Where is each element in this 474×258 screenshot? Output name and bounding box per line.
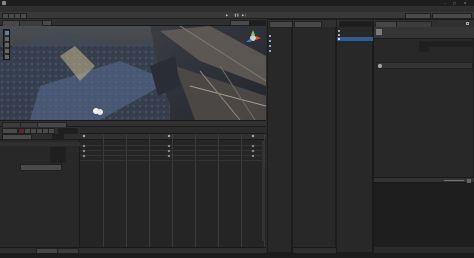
hierarchy-item[interactable] (268, 44, 293, 48)
property-row[interactable] (0, 152, 80, 158)
lock-icon[interactable] (466, 22, 469, 25)
preview-area[interactable] (374, 183, 474, 247)
scene-viewport[interactable] (0, 26, 266, 120)
move-tool-icon[interactable] (5, 37, 9, 41)
view-tool-icon[interactable] (5, 31, 9, 35)
gameobject-icon (269, 50, 271, 52)
camera-gizmo-icon[interactable] (92, 106, 104, 116)
hierarchy-item[interactable] (268, 34, 293, 38)
inspector-tab-bar (374, 20, 474, 28)
project-search-field[interactable] (339, 21, 374, 27)
project-file-list (336, 19, 374, 253)
main-toolbar: ▶ ❚❚ ▶❘ (0, 12, 474, 19)
gameobject-icon (269, 35, 271, 37)
property-row[interactable] (0, 142, 80, 146)
keyframe-icon[interactable] (167, 154, 171, 158)
info-icon (378, 64, 382, 68)
inspector-field[interactable] (374, 41, 474, 47)
timeline-vertical-scrollbar[interactable] (262, 141, 265, 241)
file-icon (338, 34, 340, 36)
inspector-note-box (376, 62, 473, 69)
project-search-bar (337, 20, 374, 27)
property-track-line (80, 150, 266, 151)
timeline-keyframe-strip (80, 134, 266, 140)
scale-tool-icon[interactable] (5, 49, 9, 53)
animation-properties (0, 140, 80, 247)
property-row[interactable] (0, 147, 80, 153)
animation-tab-bar (0, 120, 266, 129)
keyframe-icon[interactable] (251, 154, 255, 158)
property-track-line (80, 145, 266, 146)
keyframe-icon[interactable] (82, 154, 86, 158)
project-panel (292, 19, 337, 253)
keyframe-icon[interactable] (167, 149, 171, 153)
timeline-ruler[interactable] (80, 127, 266, 134)
animation-timeline[interactable] (80, 127, 266, 247)
minimize-button[interactable]: – (444, 1, 446, 5)
hierarchy-item[interactable] (268, 49, 293, 53)
scene-overlay-toolbar (3, 29, 10, 60)
preview-slider-icon[interactable] (444, 180, 464, 181)
unity-logo-icon (2, 1, 6, 5)
play-button[interactable]: ▶ (226, 13, 228, 17)
status-bar (0, 253, 474, 258)
close-button[interactable]: ✕ (464, 1, 467, 5)
keyframe-icon[interactable] (251, 149, 255, 153)
inspector-field[interactable] (374, 56, 474, 60)
hierarchy-tab-bar (268, 20, 297, 28)
property-track-line (80, 160, 266, 161)
file-icon (338, 30, 340, 32)
keyframe-icon[interactable] (167, 144, 171, 148)
keyframe-icon[interactable] (251, 144, 255, 148)
project-tab-bar (293, 20, 337, 28)
asset-icon (376, 29, 382, 35)
keyframe-icon[interactable] (82, 149, 86, 153)
hierarchy-panel (267, 19, 297, 253)
tab-project[interactable] (294, 21, 322, 28)
inspector-field[interactable] (374, 46, 474, 52)
step-button[interactable]: ▶❘ (242, 13, 247, 17)
add-property-button[interactable] (20, 164, 62, 171)
inspector-header (374, 27, 474, 39)
gameobject-icon (269, 45, 271, 47)
property-track-line (80, 155, 266, 156)
animation-controls (0, 127, 80, 140)
rotate-tool-icon[interactable] (5, 43, 9, 47)
inspector-field[interactable] (374, 51, 474, 55)
gameobject-icon (269, 40, 271, 42)
transform-tool-icon[interactable] (5, 55, 9, 59)
inspector-description (376, 72, 473, 86)
file-item-selected[interactable] (337, 37, 374, 41)
pause-button[interactable]: ❚❚ (234, 13, 239, 17)
property-value-field[interactable] (50, 157, 66, 163)
project-tree (293, 33, 337, 133)
keyframe-icon[interactable] (82, 144, 86, 148)
hierarchy-item[interactable] (268, 39, 293, 43)
maximize-button[interactable]: □ (453, 1, 456, 5)
file-icon (338, 38, 340, 40)
inspector-panel (373, 19, 474, 253)
scene-render (0, 26, 266, 120)
property-row[interactable] (0, 157, 80, 163)
scene-tab-bar (0, 19, 266, 27)
orientation-gizmo-icon[interactable] (243, 28, 263, 48)
